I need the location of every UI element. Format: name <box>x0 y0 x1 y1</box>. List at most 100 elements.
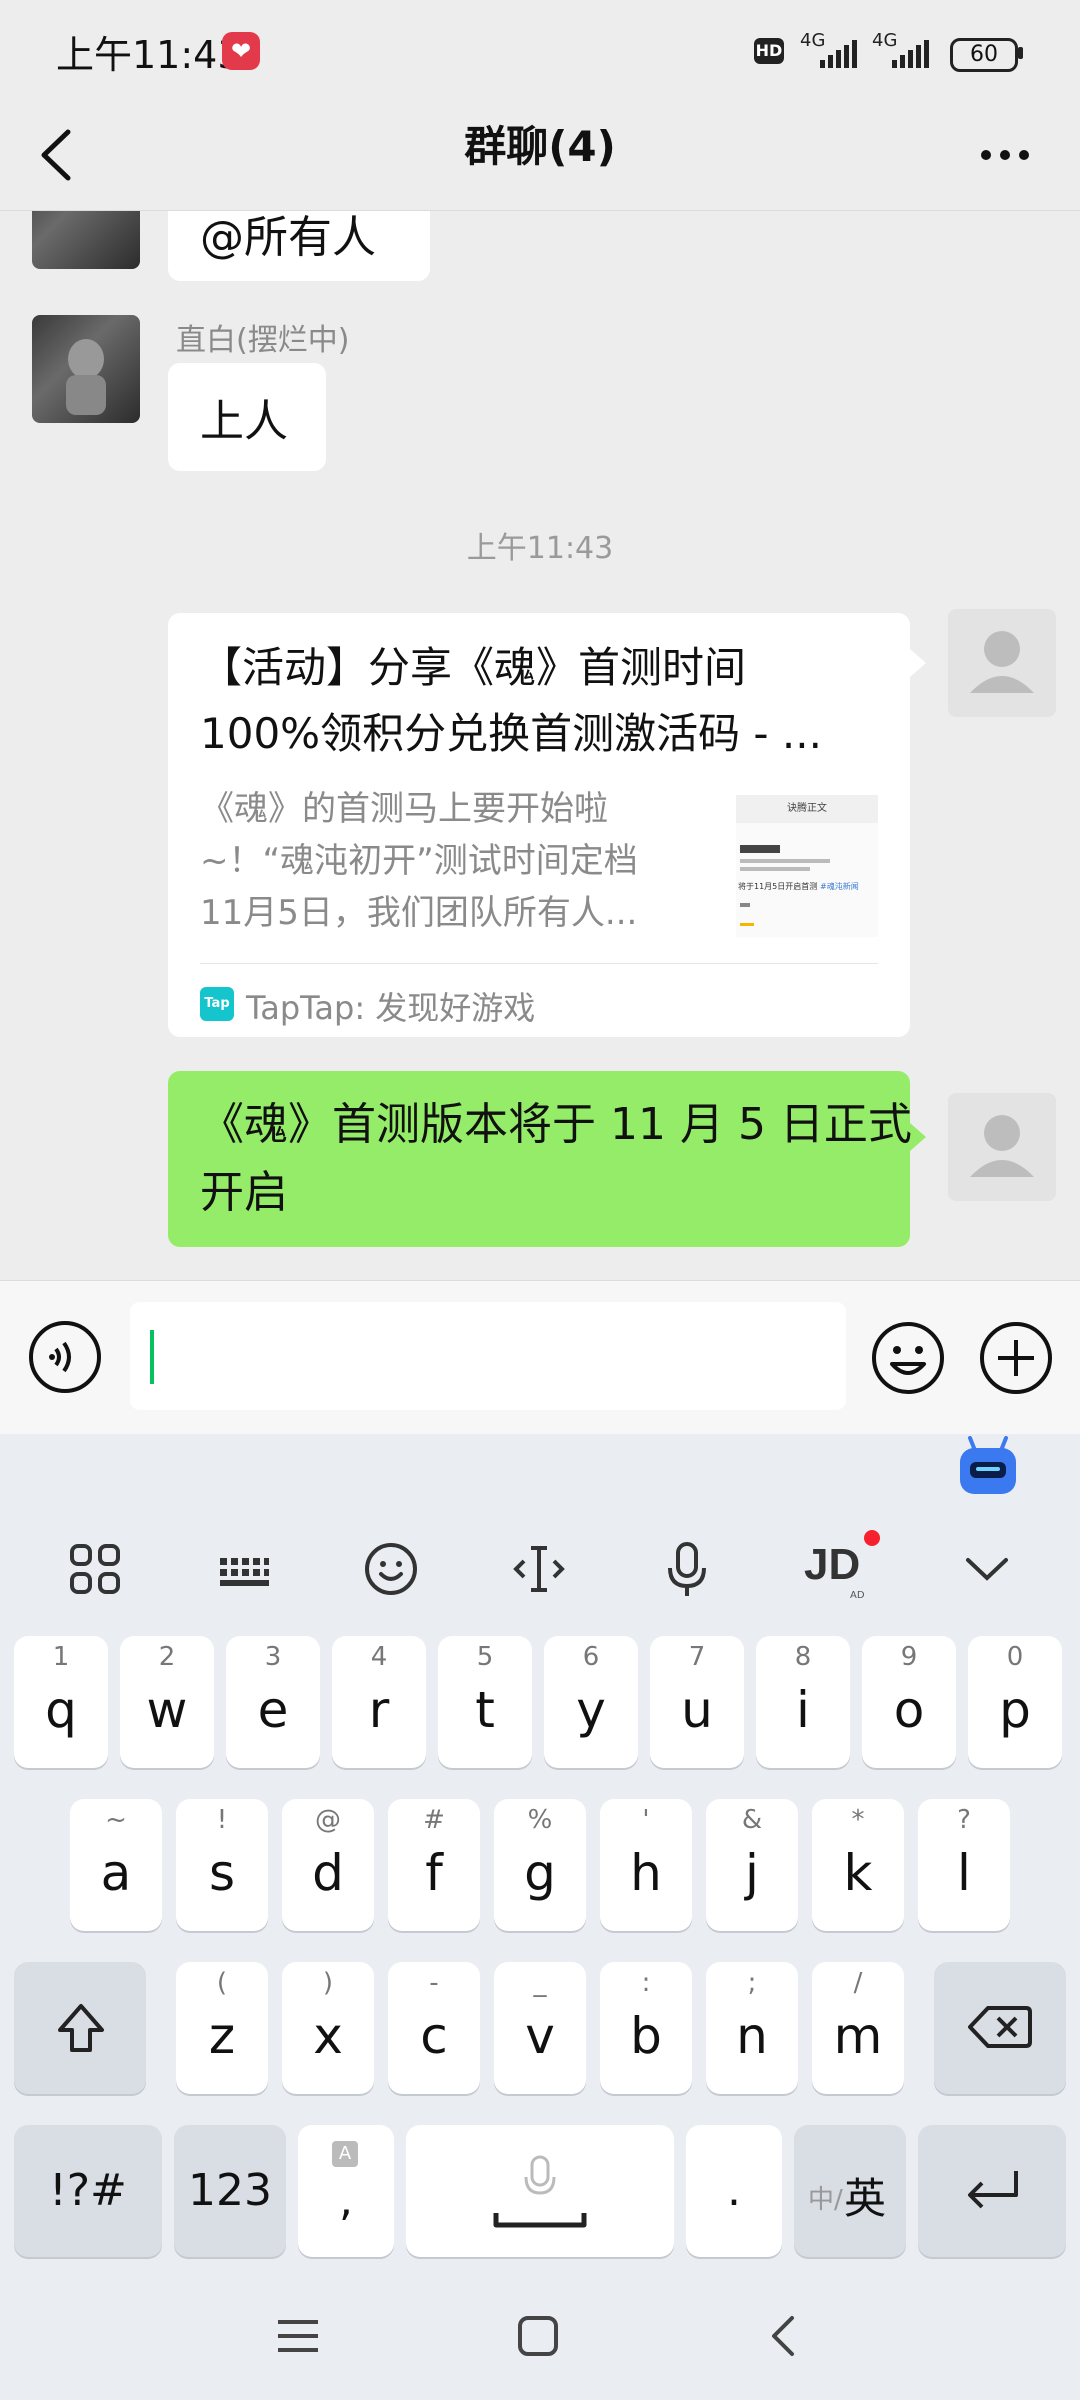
key-hint: % <box>527 1805 553 1835</box>
key-c[interactable]: -c <box>388 1962 480 2094</box>
battery-icon: 60 <box>950 38 1018 72</box>
key-label: k <box>843 1844 873 1902</box>
key-o[interactable]: 9o <box>862 1636 956 1768</box>
key-label: u <box>681 1681 713 1739</box>
key-q[interactable]: 1q <box>14 1636 108 1768</box>
more-functions-button[interactable] <box>978 1320 1054 1396</box>
link-desc-line-3: 11月5日，我们团队所有人... <box>200 893 638 933</box>
key-p[interactable]: 0p <box>968 1636 1062 1768</box>
key-a[interactable]: ~ a <box>70 1799 162 1931</box>
symbols-key[interactable]: !?# <box>14 2125 162 2257</box>
key-y[interactable]: 6y <box>544 1636 638 1768</box>
key-t[interactable]: 5t <box>438 1636 532 1768</box>
key-label: b <box>630 2007 662 2065</box>
avatar[interactable] <box>948 1093 1056 1201</box>
text-caret <box>150 1330 154 1384</box>
key-label: v <box>525 2007 555 2065</box>
message-bubble[interactable]: 《魂》首测版本将于 11 月 5 日正式 开启 <box>168 1071 912 1247</box>
avatar[interactable] <box>32 211 140 269</box>
comma-key[interactable]: A , <box>298 2125 394 2257</box>
key-x[interactable]: ) x <box>282 1962 374 2094</box>
collapse-keyboard-icon[interactable] <box>952 1534 1022 1604</box>
keyboard-icon[interactable] <box>208 1534 278 1604</box>
hd-voice-icon: HD <box>754 38 784 64</box>
key-f[interactable]: # f <box>388 1799 480 1931</box>
key-g[interactable]: % g <box>494 1799 586 1931</box>
key-v[interactable]: _ v <box>494 1962 586 2094</box>
key-label: s <box>208 1844 236 1902</box>
key-hint: 6 <box>582 1642 600 1672</box>
voice-input-button[interactable] <box>28 1320 102 1394</box>
link-card[interactable]: 【活动】分享《魂》首测时间 100%领积分兑换首测激活码 - ... 《魂》的首… <box>168 613 910 1037</box>
avatar[interactable] <box>32 315 140 423</box>
system-back-button[interactable] <box>756 2308 812 2364</box>
default-avatar-icon <box>970 1115 1034 1177</box>
key-hint: ? <box>957 1805 971 1835</box>
page-title: 群聊(4) <box>464 122 616 171</box>
key-hint: - <box>429 1968 439 1998</box>
jd-icon[interactable]: JD AD <box>800 1530 880 1604</box>
avatar[interactable] <box>948 609 1056 717</box>
key-hint: / <box>853 1968 863 1998</box>
space-key[interactable] <box>406 2125 674 2257</box>
key-hint: : <box>641 1968 651 1998</box>
key-label: m <box>833 2007 883 2065</box>
thumbnail-text: 将于11月5日开启首测 <box>738 882 818 891</box>
key-z[interactable]: (z <box>176 1962 268 2094</box>
key-hint: ' <box>642 1805 650 1835</box>
key-r[interactable]: 4r <box>332 1636 426 1768</box>
message-bubble[interactable]: @所有人 <box>168 211 430 281</box>
language-small-label: 中/ <box>808 2185 843 2215</box>
plus-circle-icon <box>980 1322 1052 1394</box>
apps-grid-icon[interactable] <box>60 1534 130 1604</box>
key-b[interactable]: :b <box>600 1962 692 2094</box>
key-hint: & <box>741 1805 763 1835</box>
key-hint: 7 <box>688 1642 706 1672</box>
key-d[interactable]: @ d <box>282 1799 374 1931</box>
numbers-key[interactable]: 123 <box>174 2125 286 2257</box>
key-label: z <box>208 2007 236 2065</box>
key-l[interactable]: ? l <box>918 1799 1010 1931</box>
chat-timestamp: 上午11:43 <box>466 531 614 566</box>
thumbnail-heading: 诀腾正文 <box>787 803 827 814</box>
key-m[interactable]: / m <box>812 1962 904 2094</box>
key-hint: @ <box>315 1805 341 1835</box>
key-k[interactable]: * k <box>812 1799 904 1931</box>
bubble-tail <box>910 1123 926 1151</box>
key-label: e <box>257 1681 289 1739</box>
message-bubble[interactable]: 上人 <box>168 363 326 471</box>
more-options-button[interactable] <box>970 120 1040 190</box>
emoji-button[interactable] <box>870 1320 946 1396</box>
key-hint: # <box>423 1805 445 1835</box>
key-hint: 2 <box>158 1642 176 1672</box>
key-i[interactable]: 8i <box>756 1636 850 1768</box>
home-square-icon <box>518 2316 558 2356</box>
home-button[interactable] <box>510 2308 566 2364</box>
link-desc-line-2: ~！“魂沌初开”测试时间定档 <box>200 841 638 881</box>
key-label: d <box>312 1844 344 1902</box>
symbols-key-label: !?# <box>49 2165 127 2216</box>
key-n[interactable]: ; n <box>706 1962 798 2094</box>
message-input[interactable] <box>130 1302 846 1410</box>
default-avatar-icon <box>970 631 1034 693</box>
period-key[interactable]: . <box>686 2125 782 2257</box>
key-j[interactable]: & j <box>706 1799 798 1931</box>
key-label: l <box>957 1844 971 1902</box>
recent-apps-button[interactable] <box>270 2308 326 2364</box>
key-h[interactable]: ' h <box>600 1799 692 1931</box>
key-hint: 9 <box>900 1642 918 1672</box>
text-cursor-icon[interactable] <box>504 1534 574 1604</box>
shift-key[interactable] <box>14 1962 146 2094</box>
emoji-icon[interactable] <box>356 1534 426 1604</box>
key-s[interactable]: ! s <box>176 1799 268 1931</box>
backspace-key[interactable] <box>934 1962 1066 2094</box>
language-switch-key[interactable]: 中/ 英 <box>794 2125 906 2257</box>
key-u[interactable]: 7u <box>650 1636 744 1768</box>
taptap-icon: Tap <box>200 987 234 1021</box>
microphone-icon[interactable] <box>652 1534 722 1604</box>
enter-key[interactable] <box>918 2125 1066 2257</box>
assistant-robot-icon[interactable] <box>956 1436 1020 1498</box>
key-w[interactable]: 2w <box>120 1636 214 1768</box>
chat-message-list[interactable]: @所有人 直白(摆烂中) 上人 上午11:43 【活动】分享《魂》首测时间 10… <box>0 210 1080 1281</box>
key-e[interactable]: 3e <box>226 1636 320 1768</box>
